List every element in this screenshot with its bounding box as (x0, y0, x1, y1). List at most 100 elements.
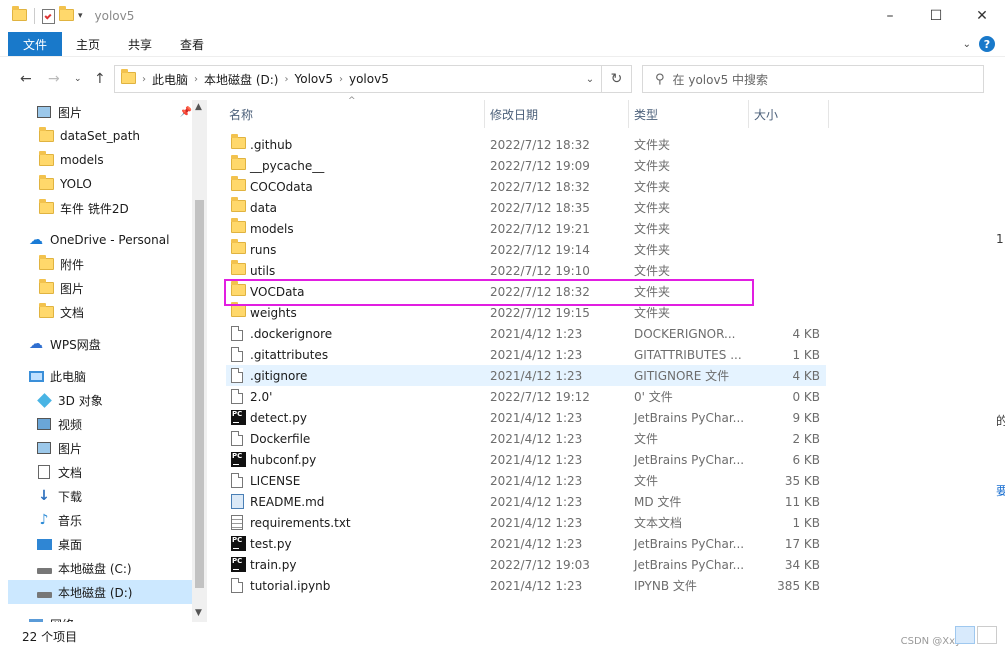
sidebar-item[interactable]: 附件 (8, 252, 192, 276)
column-header-size[interactable]: 大小 (754, 106, 778, 123)
sidebar-item[interactable]: 图片 📌 (8, 100, 192, 124)
file-row[interactable]: __pycache__ 2022/7/12 19:09 文件夹 (226, 155, 826, 176)
address-bar[interactable]: › 此电脑 › 本地磁盘 (D:) › Yolov5 › yolov5 ⌄ ↻ (114, 65, 632, 93)
large-icons-view-icon[interactable] (977, 626, 997, 644)
sidebar-item-label: 文档 (60, 305, 85, 320)
help-icon[interactable]: ? (979, 36, 995, 52)
sidebar-item[interactable]: ☁ WPS网盘 (8, 332, 192, 356)
back-arrow-icon[interactable]: ← (20, 71, 32, 87)
breadcrumb-separator[interactable]: › (339, 74, 343, 85)
file-row[interactable]: COCOdata 2022/7/12 18:32 文件夹 (226, 176, 826, 197)
new-folder-icon[interactable] (59, 5, 74, 24)
column-header-date[interactable]: 修改日期 (490, 106, 538, 123)
sidebar-item[interactable]: 此电脑 (8, 364, 192, 388)
scroll-down-icon[interactable]: ▼ (195, 608, 202, 618)
sidebar-item-label: dataSet_path (60, 129, 141, 143)
search-box[interactable]: ⚲ 在 yolov5 中搜索 (642, 65, 984, 93)
details-view-icon[interactable] (955, 626, 975, 644)
file-row[interactable]: data 2022/7/12 18:35 文件夹 (226, 197, 826, 218)
up-arrow-icon[interactable]: ↑ (94, 71, 106, 87)
file-row[interactable]: LICENSE 2021/4/12 1:23 文件 35 KB (226, 470, 826, 491)
music-icon: ♪ (39, 512, 49, 528)
breadcrumb-drive-d[interactable]: 本地磁盘 (D:) (204, 71, 278, 88)
breadcrumb-separator[interactable]: › (284, 74, 288, 85)
tab-file[interactable]: 文件 (8, 32, 63, 56)
customize-quick-access-icon[interactable]: ▾ (78, 11, 83, 21)
folder-icon[interactable] (12, 5, 27, 24)
forward-arrow-icon[interactable]: → (48, 71, 60, 87)
sidebar-item[interactable]: ☁ OneDrive - Personal (8, 228, 192, 252)
sidebar-item[interactable]: 视频 (8, 412, 192, 436)
sidebar-item[interactable]: 网络 (8, 612, 192, 622)
column-divider[interactable] (748, 100, 749, 128)
file-icon (231, 431, 243, 449)
tab-home[interactable]: 主页 (62, 32, 114, 56)
chevron-down-icon[interactable]: ⌄ (579, 66, 601, 92)
sidebar-item[interactable]: 3D 对象 (8, 388, 192, 412)
status-bar: 22 个项目 CSDN @Xxy (0, 622, 1005, 655)
file-type: 文件夹 (634, 138, 671, 152)
nav-scrollbar[interactable]: ▲ ▼ (192, 100, 207, 622)
file-date: 2022/7/12 18:32 (490, 179, 590, 194)
folder-icon (38, 255, 54, 272)
column-divider[interactable] (484, 100, 485, 128)
drive-icon (36, 560, 52, 576)
sidebar-item[interactable]: YOLO (8, 172, 192, 196)
pin-icon[interactable]: 📌 (180, 107, 192, 118)
sidebar-item[interactable]: ♪ 音乐 (8, 508, 192, 532)
sidebar-item[interactable]: dataSet_path (8, 124, 192, 148)
folder-icon (231, 218, 246, 236)
sidebar-item[interactable]: 图片 (8, 276, 192, 300)
column-divider[interactable] (828, 100, 829, 128)
sidebar-item-label: 本地磁盘 (C:) (58, 561, 132, 576)
sidebar-item[interactable]: 本地磁盘 (C:) (8, 556, 192, 580)
file-row[interactable]: models 2022/7/12 19:21 文件夹 (226, 218, 826, 239)
file-row[interactable]: utils 2022/7/12 19:10 文件夹 (226, 260, 826, 281)
refresh-icon[interactable]: ↻ (601, 66, 631, 92)
maximize-button[interactable]: ☐ (913, 0, 959, 32)
file-row[interactable]: runs 2022/7/12 19:14 文件夹 (226, 239, 826, 260)
file-row[interactable]: .gitattributes 2021/4/12 1:23 GITATTRIBUTE… (226, 344, 826, 365)
scrollbar-thumb[interactable] (195, 200, 204, 588)
column-divider[interactable] (628, 100, 629, 128)
scroll-up-icon[interactable]: ▲ (195, 102, 202, 112)
sidebar-item[interactable]: 桌面 (8, 532, 192, 556)
tab-view[interactable]: 查看 (166, 32, 218, 56)
file-row[interactable]: tutorial.ipynb 2021/4/12 1:23 IPYNB 文件 385 … (226, 575, 826, 596)
file-row[interactable]: requirements.txt 2021/4/12 1:23 文本文档 1 KB (226, 512, 826, 533)
close-button[interactable]: ✕ (959, 0, 1005, 32)
expand-ribbon-icon[interactable]: ⌄ (963, 39, 971, 50)
minimize-button[interactable]: – (867, 0, 913, 32)
sidebar-item[interactable]: 文档 (8, 300, 192, 324)
file-row[interactable]: PC detect.py 2021/4/12 1:23 JetBrains PyCha… (226, 407, 826, 428)
recent-locations-icon[interactable]: ⌄ (74, 74, 82, 84)
breadcrumb-this-pc[interactable]: 此电脑 (152, 71, 188, 88)
file-row[interactable]: README.md 2021/4/12 1:23 MD 文件 11 KB (226, 491, 826, 512)
file-size: 1 KB (792, 515, 820, 530)
file-row[interactable]: 2.0' 2022/7/12 19:12 0' 文件 0 KB (226, 386, 826, 407)
file-row[interactable]: .gitignore 2021/4/12 1:23 GITIGNORE 文件 4 KB (226, 365, 826, 386)
column-header-name[interactable]: 名称 (229, 106, 253, 123)
sidebar-item[interactable]: 本地磁盘 (D:) (8, 580, 192, 604)
sidebar-item[interactable]: models (8, 148, 192, 172)
breadcrumb-yolov5-parent[interactable]: Yolov5 (294, 72, 333, 86)
wps-cloud-icon: ☁ (29, 336, 43, 352)
tab-share[interactable]: 共享 (114, 32, 166, 56)
properties-icon[interactable] (42, 8, 55, 24)
sidebar-item[interactable]: ↓ 下载 (8, 484, 192, 508)
sidebar-item[interactable]: 图片 (8, 436, 192, 460)
sidebar-item[interactable]: 文档 (8, 460, 192, 484)
folder-icon (38, 279, 54, 296)
file-type: 文本文档 (634, 516, 683, 530)
breadcrumb-separator[interactable]: › (194, 74, 198, 85)
file-row[interactable]: PC test.py 2021/4/12 1:23 JetBrains PyChar.… (226, 533, 826, 554)
file-row[interactable]: .dockerignore 2021/4/12 1:23 DOCKERIGNOR..… (226, 323, 826, 344)
column-header-type[interactable]: 类型 (634, 106, 658, 123)
file-row[interactable]: PC train.py 2022/7/12 19:03 JetBrains PyCha… (226, 554, 826, 575)
breadcrumb-yolov5[interactable]: yolov5 (349, 72, 389, 86)
file-row[interactable]: PC hubconf.py 2021/4/12 1:23 JetBrains PyCh… (226, 449, 826, 470)
sidebar-item[interactable]: 车件 铣件2D (8, 196, 192, 220)
breadcrumb-separator[interactable]: › (142, 74, 146, 85)
file-row[interactable]: .github 2022/7/12 18:32 文件夹 (226, 134, 826, 155)
file-row[interactable]: Dockerfile 2021/4/12 1:23 文件 2 KB (226, 428, 826, 449)
